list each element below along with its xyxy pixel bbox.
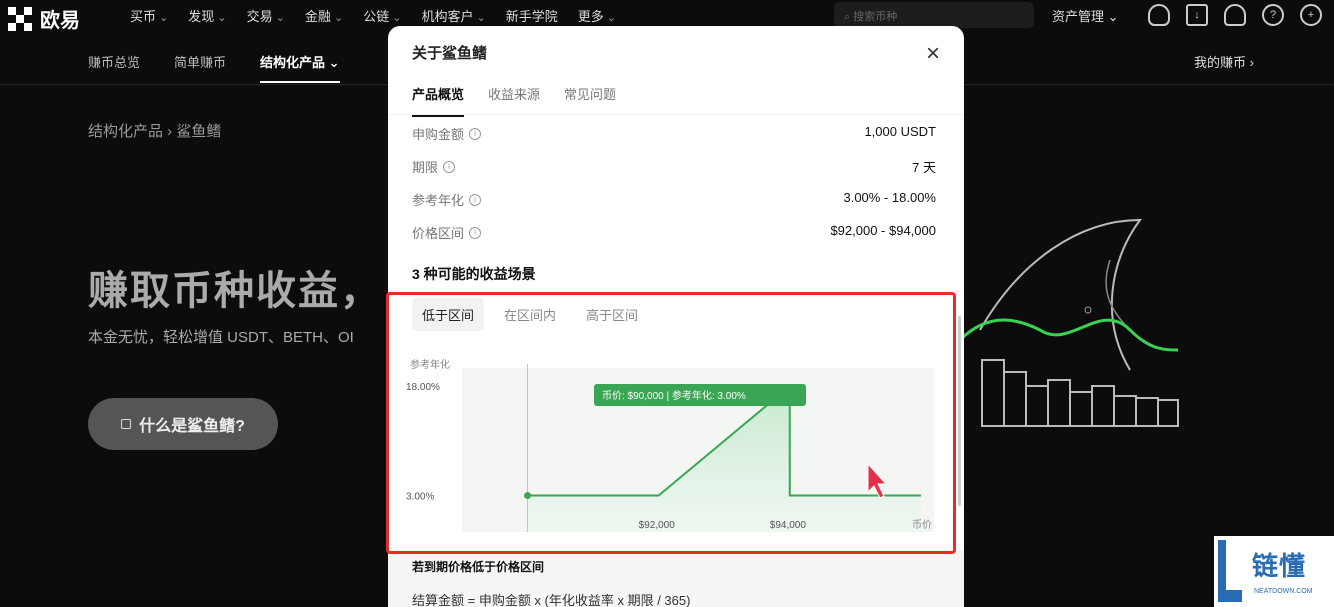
nav-item-institutional[interactable]: 机构客户 [421,6,485,25]
nav-item-more[interactable]: 更多 [578,6,616,25]
subnav-earn-overview[interactable]: 赚币总览 [88,52,140,83]
user-icon[interactable] [1148,4,1170,26]
info-icon[interactable]: i [443,160,456,173]
watermark-logo-icon [1218,540,1242,602]
modal-tabs: 产品概览 收益来源 常见问题 [412,84,616,117]
help-icon[interactable]: ? [1262,4,1284,26]
info-icon[interactable]: i [469,127,482,140]
highlight-box [386,292,956,554]
main-menu: 买币 发现 交易 金融 公链 机构客户 新手学院 更多 [130,6,616,25]
row-subscription-amount: 申购金额 i 1,000 USDT [412,124,936,143]
subnav-structured-label: 结构化产品 [260,55,326,70]
nav-item-trade[interactable]: 交易 [247,6,285,25]
row-price-range: 价格区间 i $92,000 - $94,000 [412,223,936,242]
row-value: 1,000 USDT [864,124,936,139]
earn-subnav: 赚币总览 简单赚币 结构化产品 ⌄ [88,52,340,83]
watermark: 链懂 NEATDOWN.COM [1214,536,1334,607]
subnav-simple-earn[interactable]: 简单赚币 [174,52,226,83]
nav-item-academy[interactable]: 新手学院 [506,6,558,25]
tab-divider [388,114,964,115]
tab-product-overview[interactable]: 产品概览 [412,84,465,117]
row-label: 价格区间 [412,226,465,241]
nav-item-discover[interactable]: 发现 [188,6,226,25]
row-label: 申购金额 [412,127,465,142]
header-icons: ↓ ? + [1148,4,1322,26]
what-is-shark-fin-label: 什么是鲨鱼鳍? [139,418,245,435]
breadcrumb[interactable]: 结构化产品 › 鲨鱼鳍 [88,120,221,141]
modal-scrollbar[interactable] [958,316,961,506]
row-value: 3.00% - 18.00% [843,190,936,205]
info-icon[interactable]: i [469,226,482,239]
globe-icon[interactable]: + [1300,4,1322,26]
row-value: $92,000 - $94,000 [830,223,936,238]
watermark-sub: NEATDOWN.COM [1254,588,1313,595]
settlement-title: 若到期价格低于价格区间 [412,560,545,574]
row-label: 期限 [412,160,439,175]
scenarios-title: 3 种可能的收益场景 [412,266,536,282]
watermark-text: 链懂 [1252,551,1307,581]
asset-management-menu[interactable]: 资产管理 ⌄ [1052,6,1119,25]
nav-item-finance[interactable]: 金融 [305,6,343,25]
subnav-structured-products[interactable]: 结构化产品 ⌄ [260,52,340,83]
logo-grid-icon [8,6,32,31]
tab-yield-source[interactable]: 收益来源 [488,84,540,117]
asset-management-label: 资产管理 [1052,9,1105,24]
my-earn-link[interactable]: 我的赚币 › [1194,52,1254,71]
close-icon[interactable]: × [926,42,940,66]
nav-item-buy[interactable]: 买币 [130,6,168,25]
row-value: 7 天 [912,160,936,175]
what-is-shark-fin-button[interactable]: 什么是鲨鱼鳍? [88,398,278,450]
download-icon[interactable]: ↓ [1186,4,1208,26]
bell-icon[interactable] [1224,4,1246,26]
search-placeholder: 搜索币种 [853,11,898,23]
row-term: 期限 i 7 天 [412,157,936,176]
nav-item-chain[interactable]: 公链 [363,6,401,25]
book-icon [121,419,132,429]
hero-title: 赚取币种收益， [88,269,382,313]
search-icon: ⌕ [844,11,854,23]
settlement-formula: 结算金额 = 申购金额 x (年化收益率 x 期限 / 365) [412,593,691,607]
modal-title: 关于鲨鱼鳍 [412,45,488,62]
row-reference-apr: 参考年化 i 3.00% - 18.00% [412,190,936,209]
okx-logo[interactable]: 欧易 [8,4,80,33]
info-icon[interactable]: i [469,193,482,206]
hero-subtitle: 本金无忧，轻松增值 USDT、BETH、OI [88,329,354,346]
search-input[interactable]: ⌕ 搜索币种 [834,2,1034,28]
shark-fin-illustration [960,218,1179,427]
tab-faq[interactable]: 常见问题 [564,84,616,117]
row-label: 参考年化 [412,193,465,208]
logo-text: 欧易 [40,10,80,32]
